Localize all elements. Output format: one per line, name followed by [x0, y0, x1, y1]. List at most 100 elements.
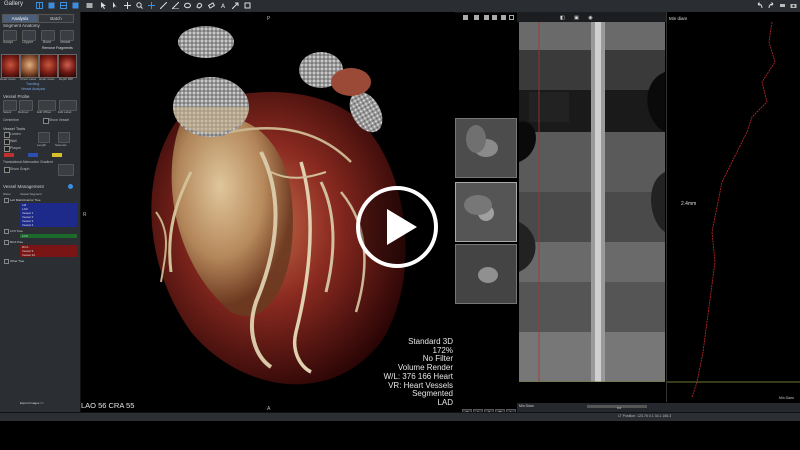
screen-icon[interactable] [86, 2, 93, 9]
redo-icon[interactable] [768, 2, 775, 9]
tab-batch[interactable]: Batch [38, 14, 74, 23]
camera-icon[interactable]: ◉ [588, 15, 592, 21]
vessel-row[interactable]: Vessel 10 [20, 253, 77, 257]
length-label: Length [37, 143, 47, 147]
vessel-analysis-link[interactable]: Vessel Analysis [21, 87, 45, 91]
pointer-icon[interactable] [100, 2, 107, 9]
diameter-measurement: 2.4mm [681, 201, 697, 207]
min-diameter-graph[interactable]: Min diam 2.4mm Min Diam [666, 12, 800, 402]
show-column-header: Show [3, 192, 11, 196]
tracking-link[interactable]: Tracking [26, 82, 39, 86]
thumbnail-depth-mip[interactable] [58, 54, 77, 78]
edit-offset-label: Edit Offset [37, 110, 51, 114]
vessel-group-checkbox[interactable] [4, 240, 9, 245]
vessel-tools-heading: Vessel Tools [3, 126, 26, 131]
vessel-label: Vessel [60, 40, 71, 44]
camera-icon[interactable] [790, 2, 797, 9]
bone-label: Bone [43, 40, 52, 44]
remove-fragments-button[interactable]: Remove Fragments [42, 46, 73, 50]
show-vessel-label: Show Vessel [49, 118, 70, 122]
profile-slider-bar: Min Diam 0.0 [517, 403, 800, 412]
ruler-icon[interactable] [160, 2, 167, 9]
layout-icon[interactable] [36, 2, 43, 9]
crosshair-icon[interactable] [148, 2, 155, 9]
centerline-select[interactable]: Centerline [3, 118, 19, 122]
thumbnail-chest-views[interactable] [20, 54, 39, 78]
status-bar: LT Position: 123.76 0.1 34.1 166.3 [0, 412, 800, 421]
edit-label-label: Edit Label [58, 110, 72, 114]
layout-four-icon[interactable] [72, 2, 79, 9]
vessel-group-3[interactable]: Other Tree [10, 259, 24, 263]
maximize-icon[interactable] [509, 15, 514, 20]
angle-icon[interactable] [172, 2, 179, 9]
pan-icon[interactable] [124, 2, 131, 9]
export-images-button[interactable]: Export Images >> [20, 401, 44, 405]
thumb-label-4: Depth MIP [59, 77, 74, 81]
straightened-vessel-view[interactable] [519, 22, 665, 382]
view-angle-label[interactable]: LAO 56 CRA 55 [81, 401, 134, 410]
vessel-group-2[interactable]: RCA Tree [10, 240, 23, 244]
graph-button[interactable] [58, 164, 74, 176]
cross-section-b[interactable] [455, 182, 517, 242]
thumbnail-heart-views-2[interactable] [39, 54, 58, 78]
arrow-cursor-icon[interactable] [112, 2, 119, 9]
tools-icon[interactable] [484, 15, 489, 20]
info-icon[interactable] [68, 184, 73, 189]
cross-section-a[interactable] [455, 118, 517, 178]
window-icon[interactable] [492, 15, 497, 20]
print-icon[interactable] [779, 2, 786, 9]
gallery-button[interactable]: Gallery [4, 1, 23, 7]
viewport-toolbar [463, 15, 514, 22]
straight-toolbar: ◧ ▣ ◉ [560, 15, 593, 21]
freehand-roi-icon[interactable] [196, 2, 203, 9]
vessel-row[interactable]: Vessel 4 [20, 223, 77, 227]
zoom-icon[interactable] [136, 2, 143, 9]
reset-icon[interactable] [244, 2, 251, 9]
clip-icon[interactable] [474, 15, 479, 20]
layout-grid-icon[interactable] [48, 2, 55, 9]
thumb-label-2: Chest views [20, 77, 37, 81]
translational-attenuation-gradient-heading: Translational Attenuation Gradient [3, 160, 53, 164]
svg-text:A: A [221, 3, 226, 9]
vessel-row[interactable]: LCX [20, 234, 77, 238]
layout-icon[interactable]: ◧ [560, 15, 565, 21]
plaque-color-range[interactable] [4, 153, 74, 157]
left-panel: Analysis Batch Segment Anatomy Sculpt Cl… [0, 12, 81, 412]
vessel-group-checkbox[interactable] [4, 198, 9, 203]
tab-analysis[interactable]: Analysis [2, 14, 38, 23]
vessel-management-heading: Vessel Management [3, 184, 44, 189]
ellipse-roi-icon[interactable] [184, 2, 191, 9]
fit-icon[interactable] [463, 15, 468, 20]
thumbnail-heart-views[interactable] [1, 54, 20, 78]
min-diam-title: Min diam [669, 16, 688, 21]
stenosis-tool-button[interactable] [58, 132, 70, 143]
camera-icon[interactable] [501, 15, 506, 20]
cross-section-c[interactable] [455, 244, 517, 304]
show-graph-label: Show Graph [10, 167, 30, 171]
orientation-top: P [267, 16, 270, 22]
vessel-group-checkbox[interactable] [4, 259, 9, 264]
slider-value: 0.0 [617, 406, 622, 410]
orientation-left: R [83, 212, 87, 218]
layout-split-icon[interactable] [60, 2, 67, 9]
arrow-annotation-icon[interactable] [232, 2, 239, 9]
refined-label: Refined [18, 110, 29, 114]
length-tool-button[interactable] [38, 132, 50, 143]
cross-section-previews [455, 118, 517, 304]
text-annotation-icon[interactable]: A [220, 2, 227, 9]
play-button[interactable] [355, 185, 439, 269]
vessel-probe-heading: Vessel Probe [3, 94, 30, 99]
eraser-icon[interactable] [208, 2, 215, 9]
vessel-tree: Left Main/Anterior Tree LM LAD Vessel 1 Vess… [0, 198, 80, 278]
select-label: Select [3, 110, 12, 114]
min-diam-footer: Min Diam [779, 396, 794, 400]
thumb-label-1: Heart views [0, 77, 16, 81]
wall-label: Wall [10, 139, 17, 143]
lock-icon[interactable]: ▣ [574, 15, 579, 21]
vessel-group-1[interactable]: LCX Tree [10, 229, 23, 233]
vessel-group-0[interactable]: Left Main/Anterior Tree [10, 198, 41, 202]
lumen-label: Lumen [10, 132, 21, 136]
vessel-group-checkbox[interactable] [4, 229, 9, 234]
undo-icon[interactable] [756, 2, 763, 9]
thumb-label-3: Heart views [39, 77, 55, 81]
